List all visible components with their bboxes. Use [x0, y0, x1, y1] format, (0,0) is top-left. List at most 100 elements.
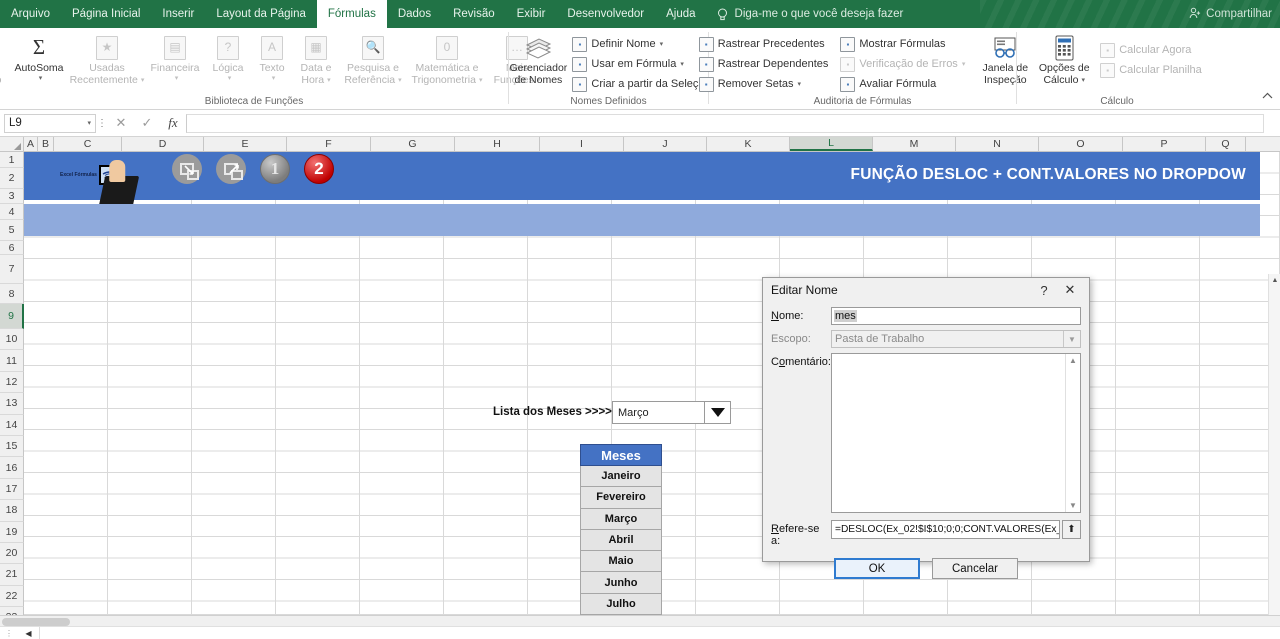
column-header-K[interactable]: K — [707, 137, 790, 151]
remove-arrows-button[interactable]: ▪ Remover Setas ▾ — [696, 74, 832, 94]
dialog-name-input[interactable]: mes — [831, 307, 1081, 325]
row-header-5[interactable]: 5 — [0, 220, 24, 241]
trace-dependents-button[interactable]: ▪ Rastrear Dependentes — [696, 54, 832, 74]
row-header-19[interactable]: 19 — [0, 521, 24, 543]
column-header-A[interactable]: A — [24, 137, 38, 151]
recently-used-button[interactable]: ★ Usadas Recentemente ▾ — [70, 31, 144, 86]
tell-me-box[interactable]: Diga-me o que você deseja fazer — [707, 0, 914, 28]
ribbon-tab-p-gina-inicial[interactable]: Página Inicial — [61, 0, 151, 28]
column-header-I[interactable]: I — [540, 137, 624, 151]
ribbon-tab-layout-da-p-gina[interactable]: Layout da Página — [205, 0, 317, 28]
row-header-7[interactable]: 7 — [0, 255, 24, 284]
column-header-H[interactable]: H — [455, 137, 540, 151]
row-header-2[interactable]: 2 — [0, 168, 24, 189]
comment-scrollbar[interactable]: ▲ ▼ — [1065, 354, 1080, 512]
ok-button[interactable]: OK — [834, 558, 920, 579]
column-header-D[interactable]: D — [122, 137, 204, 151]
ribbon-tab-inserir[interactable]: Inserir — [151, 0, 205, 28]
ribbon-tab-exibir[interactable]: Exibir — [506, 0, 557, 28]
column-header-N[interactable]: N — [956, 137, 1039, 151]
scroll-up-icon[interactable]: ▲ — [1069, 356, 1077, 365]
row-header-17[interactable]: 17 — [0, 478, 24, 501]
column-header-P[interactable]: P — [1123, 137, 1206, 151]
confirm-formula-button[interactable]: ✓ — [134, 115, 160, 131]
vertical-scrollbar[interactable]: ▲ ▼ — [1268, 274, 1280, 615]
show-formulas-button[interactable]: ▪ Mostrar Fórmulas — [837, 34, 968, 54]
calculation-options-button[interactable]: Opções de Cálculo ▾ — [1035, 31, 1093, 86]
row-header-11[interactable]: 11 — [0, 350, 24, 372]
formula-input[interactable] — [186, 113, 1264, 133]
row-header-21[interactable]: 21 — [0, 564, 24, 586]
dropdown-arrow-icon[interactable] — [704, 402, 730, 423]
nav-left-icon[interactable]: ◀ — [18, 626, 40, 639]
help-icon[interactable]: ? — [1031, 283, 1057, 298]
evaluate-formula-button[interactable]: ▪ Avaliar Fórmula — [837, 74, 968, 94]
column-header-L[interactable]: L — [790, 137, 873, 151]
collapse-ribbon-button[interactable] — [1262, 91, 1273, 102]
ribbon-tab-dados[interactable]: Dados — [387, 0, 442, 28]
step-1-button[interactable]: 1 — [260, 154, 290, 184]
column-header-J[interactable]: J — [624, 137, 707, 151]
name-manager-button[interactable]: Gerenciador de Nomes — [507, 31, 569, 86]
row-header-4[interactable]: 4 — [0, 204, 24, 220]
row-header-3[interactable]: 3 — [0, 189, 24, 204]
insert-function-button[interactable]: fxInserirFunção — [0, 31, 8, 86]
date-time-button[interactable]: ▦ Data e Hora ▾ — [294, 31, 338, 86]
column-header-G[interactable]: G — [371, 137, 455, 151]
chevron-down-icon[interactable]: ▾ — [87, 120, 91, 127]
insert-function-icon[interactable]: fx — [160, 115, 186, 131]
ribbon-tab-desenvolvedor[interactable]: Desenvolvedor — [556, 0, 655, 28]
row-header-1[interactable]: 1 — [0, 152, 24, 168]
row-header-23[interactable]: 23 — [0, 607, 24, 615]
calculate-sheet-button[interactable]: ▪ Calcular Planilha — [1097, 60, 1205, 80]
horizontal-scrollbar-thumb[interactable] — [2, 618, 70, 626]
row-header-6[interactable]: 6 — [0, 241, 24, 255]
error-checking-button[interactable]: ▪ Verificação de Erros ▾ — [837, 54, 968, 74]
collapse-nav-button[interactable] — [172, 154, 202, 184]
column-header-C[interactable]: C — [54, 137, 122, 151]
row-header-20[interactable]: 20 — [0, 542, 24, 565]
row-header-22[interactable]: 22 — [0, 585, 24, 608]
dialog-comment-textarea[interactable]: ▲ ▼ — [831, 353, 1081, 513]
scroll-down-icon[interactable]: ▼ — [1069, 501, 1077, 510]
cancel-button[interactable]: Cancelar — [932, 558, 1018, 579]
select-all-corner[interactable] — [0, 137, 24, 151]
ribbon-tab-ajuda[interactable]: Ajuda — [655, 0, 706, 28]
financial-button[interactable]: ▤ Financeira ▾ — [144, 31, 206, 82]
column-header-M[interactable]: M — [873, 137, 956, 151]
column-header-O[interactable]: O — [1039, 137, 1123, 151]
months-dropdown[interactable]: Março — [612, 401, 731, 424]
share-button[interactable]: Compartilhar — [1189, 0, 1272, 28]
name-box[interactable]: L9 ▾ — [4, 113, 96, 133]
calculate-now-button[interactable]: ▪ Calcular Agora — [1097, 40, 1205, 60]
row-header-18[interactable]: 18 — [0, 500, 24, 522]
step-2-button[interactable]: 2 — [304, 154, 334, 184]
collapse-dialog-icon[interactable]: ⬆ — [1062, 520, 1081, 539]
dialog-refers-input[interactable]: =DESLOC(Ex_02!$I$10;0;0;CONT.VALORES(Ex_… — [831, 520, 1060, 539]
column-header-B[interactable]: B — [38, 137, 54, 151]
logical-button[interactable]: ? Lógica ▾ — [206, 31, 250, 82]
row-header-8[interactable]: 8 — [0, 284, 24, 304]
ribbon-tab-revis-o[interactable]: Revisão — [442, 0, 506, 28]
cancel-formula-button[interactable]: ✕ — [108, 115, 134, 131]
autosum-button[interactable]: Σ AutoSoma ▾ — [8, 31, 70, 82]
row-header-9[interactable]: 9 — [0, 304, 24, 329]
lookup-reference-button[interactable]: 🔍 Pesquisa e Referência ▾ — [338, 31, 408, 86]
scroll-up-icon[interactable]: ▲ — [1269, 274, 1280, 286]
close-icon[interactable]: ✕ — [1057, 282, 1083, 298]
row-header-16[interactable]: 16 — [0, 457, 24, 479]
ribbon-tab-f-rmulas[interactable]: Fórmulas — [316, 0, 387, 28]
column-header-Q[interactable]: Q — [1206, 137, 1246, 151]
expand-nav-button[interactable] — [216, 154, 246, 184]
horizontal-scrollbar[interactable] — [0, 615, 1280, 626]
row-header-14[interactable]: 14 — [0, 414, 24, 436]
ribbon-tab-arquivo[interactable]: Arquivo — [0, 0, 61, 28]
row-header-12[interactable]: 12 — [0, 371, 24, 394]
row-header-15[interactable]: 15 — [0, 435, 24, 458]
text-button[interactable]: A Texto ▾ — [250, 31, 294, 82]
column-header-F[interactable]: F — [287, 137, 371, 151]
column-header-E[interactable]: E — [204, 137, 287, 151]
row-header-10[interactable]: 10 — [0, 329, 24, 351]
trace-precedents-button[interactable]: ▪ Rastrear Precedentes — [696, 34, 832, 54]
math-trig-button[interactable]: 0 Matemática e Trigonometria ▾ — [408, 31, 486, 86]
